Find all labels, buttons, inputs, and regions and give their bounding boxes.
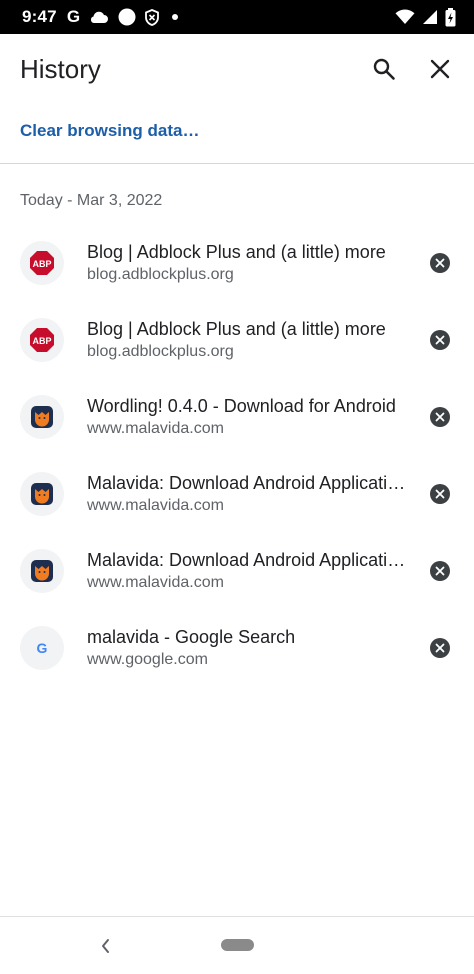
history-item-url: www.malavida.com — [87, 419, 224, 437]
close-button[interactable] — [426, 55, 454, 83]
home-pill[interactable] — [221, 939, 254, 951]
status-right-icons — [395, 7, 456, 27]
remove-history-item-button[interactable] — [430, 637, 450, 658]
history-item[interactable]: Malavida: Download Android Applications … — [0, 532, 474, 609]
adblock-plus-icon: ABP — [30, 250, 54, 275]
history-item-url: blog.adblockplus.org — [87, 342, 234, 360]
abp-logo-text: ABP — [32, 336, 51, 346]
history-item[interactable]: Malavida: Download Android Applications … — [0, 455, 474, 532]
status-left-icons: G — [66, 7, 179, 27]
history-item-url: blog.adblockplus.org — [87, 265, 234, 283]
close-icon — [435, 489, 445, 498]
back-button[interactable] — [96, 935, 114, 957]
history-item-text: Malavida: Download Android Applications … — [87, 548, 407, 594]
favicon: ABP — [20, 317, 64, 362]
divider — [0, 163, 474, 164]
adblock-plus-icon: ABP — [30, 327, 54, 352]
remove-history-item-button[interactable] — [430, 329, 450, 350]
history-item[interactable]: ABP Blog | Adblock Plus and (a little) m… — [0, 301, 474, 378]
history-item[interactable]: ABP Blog | Adblock Plus and (a little) m… — [0, 224, 474, 301]
history-item-title: Malavida: Download Android Applications — [87, 549, 407, 570]
status-time: 9:47 — [22, 7, 57, 26]
page-title: History — [20, 53, 101, 84]
search-button[interactable] — [370, 55, 398, 83]
history-item-text: Malavida: Download Android Applications … — [87, 471, 407, 517]
close-icon — [435, 258, 445, 267]
favicon: G — [20, 625, 64, 670]
toolbar: History — [0, 34, 474, 104]
malavida-icon — [31, 559, 53, 582]
status-bar: 9:47 G — [0, 0, 474, 34]
favicon — [20, 471, 64, 516]
clear-browsing-data-link[interactable]: Clear browsing data… — [20, 121, 199, 141]
history-item-title: Wordling! 0.4.0 - Download for Android — [87, 395, 396, 416]
battery-charging-icon — [445, 7, 456, 26]
shield-icon — [145, 8, 159, 26]
navigation-bar — [0, 916, 474, 974]
history-item-title: malavida - Google Search — [87, 626, 296, 647]
close-icon — [430, 59, 450, 79]
history-item-title: Blog | Adblock Plus and (a little) more — [87, 318, 386, 339]
date-section-header: Today - Mar 3, 2022 — [20, 192, 163, 209]
malavida-icon — [31, 482, 53, 505]
history-item-title: Malavida: Download Android Applications — [87, 472, 407, 493]
history-item-text: Blog | Adblock Plus and (a little) more … — [87, 240, 407, 286]
toolbar-actions — [370, 55, 454, 83]
remove-history-item-button[interactable] — [430, 406, 450, 427]
history-item[interactable]: Wordling! 0.4.0 - Download for Android w… — [0, 378, 474, 455]
google-logo-text: G — [37, 640, 48, 656]
history-item-url: www.google.com — [87, 650, 208, 668]
remove-history-item-button[interactable] — [430, 252, 450, 273]
favicon — [20, 548, 64, 593]
google-g-icon: G — [66, 7, 81, 26]
search-icon — [373, 58, 395, 80]
history-item[interactable]: G malavida - Google Search www.google.co… — [0, 609, 474, 686]
history-item-text: Wordling! 0.4.0 - Download for Android w… — [87, 394, 407, 440]
dot-icon — [172, 14, 179, 20]
circle-icon — [118, 8, 136, 26]
cloud-icon — [91, 11, 109, 23]
history-item-title: Blog | Adblock Plus and (a little) more — [87, 241, 386, 262]
history-item-text: malavida - Google Search www.google.com — [87, 625, 407, 671]
signal-icon — [423, 10, 437, 24]
close-icon — [435, 566, 445, 575]
favicon — [20, 394, 64, 439]
history-item-text: Blog | Adblock Plus and (a little) more … — [87, 317, 407, 363]
close-icon — [435, 335, 445, 344]
malavida-icon — [31, 405, 53, 428]
close-icon — [435, 643, 445, 652]
remove-history-item-button[interactable] — [430, 483, 450, 504]
remove-history-item-button[interactable] — [430, 560, 450, 581]
google-icon: G — [37, 640, 48, 656]
history-item-url: www.malavida.com — [87, 496, 224, 514]
wifi-icon — [395, 9, 415, 24]
history-list: ABP Blog | Adblock Plus and (a little) m… — [0, 224, 474, 686]
favicon: ABP — [20, 240, 64, 285]
abp-logo-text: ABP — [32, 259, 51, 269]
chevron-left-icon — [102, 939, 109, 953]
history-item-url: www.malavida.com — [87, 573, 224, 591]
close-icon — [435, 412, 445, 421]
